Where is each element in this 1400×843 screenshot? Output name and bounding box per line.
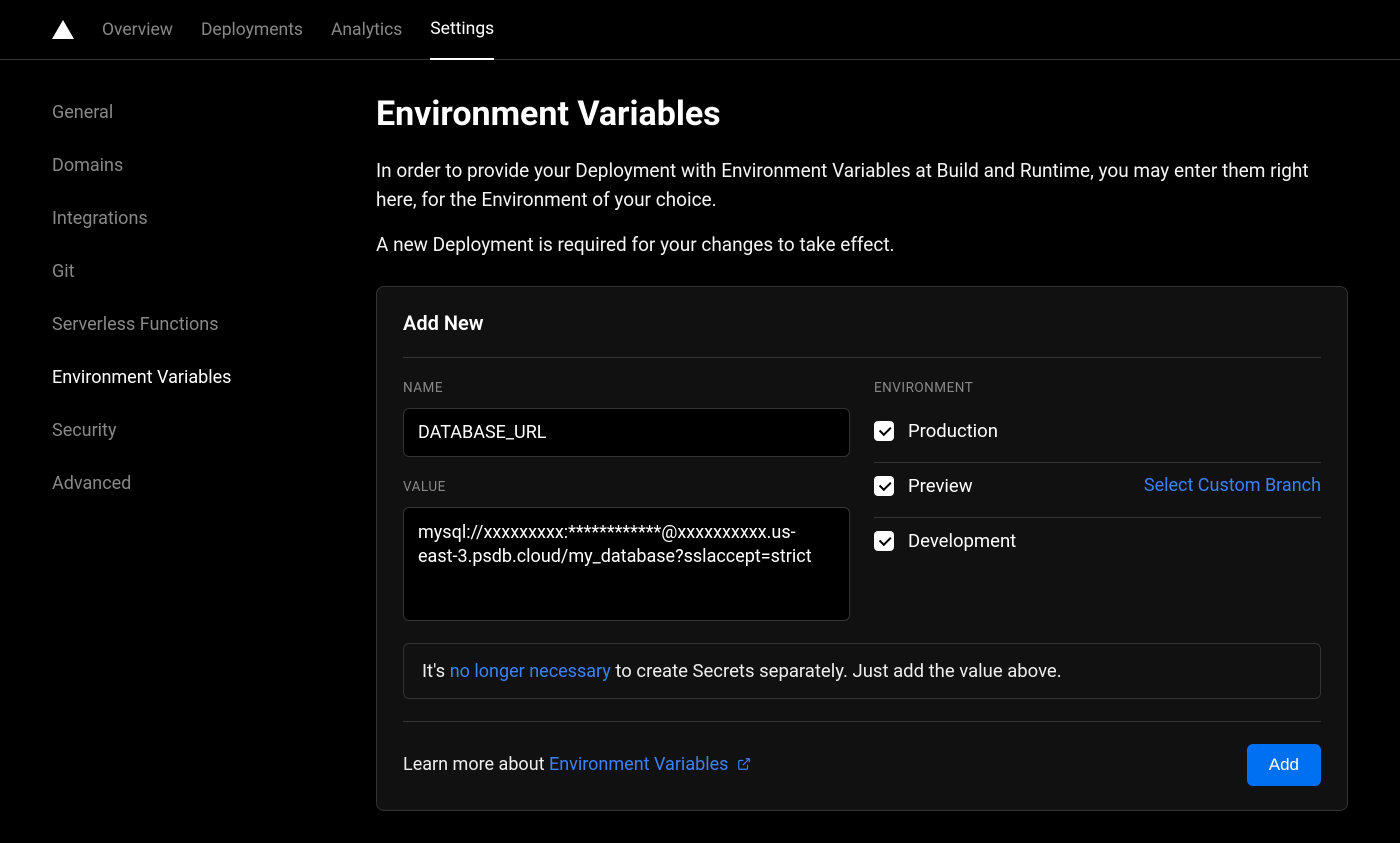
env-row-preview: Preview Select Custom Branch (874, 463, 1321, 518)
value-textarea[interactable]: mysql://xxxxxxxxx:************@xxxxxxxxx… (403, 507, 850, 621)
add-button[interactable]: Add (1247, 744, 1321, 786)
checkbox-preview[interactable] (874, 476, 894, 496)
page-description-2: A new Deployment is required for your ch… (376, 233, 1348, 256)
learn-more-link[interactable]: Environment Variables (549, 754, 751, 775)
add-new-card: Add New NAME VALUE mysql://xxxxxxxxx:***… (376, 286, 1348, 811)
sidebar-item-serverless-functions[interactable]: Serverless Functions (52, 314, 320, 335)
sidebar-item-security[interactable]: Security (52, 420, 320, 441)
env-row-production: Production (874, 408, 1321, 463)
tab-deployments[interactable]: Deployments (201, 0, 303, 60)
tab-settings[interactable]: Settings (430, 0, 494, 60)
name-label: NAME (403, 380, 850, 396)
card-title: Add New (403, 311, 1321, 357)
env-label-preview: Preview (908, 475, 973, 497)
notice-post: to create Secrets separately. Just add t… (611, 660, 1062, 682)
checkbox-development[interactable] (874, 531, 894, 551)
form-left-column: NAME VALUE mysql://xxxxxxxxx:***********… (403, 380, 850, 625)
name-input[interactable] (403, 408, 850, 457)
value-label: VALUE (403, 479, 850, 495)
environment-label: ENVIRONMENT (874, 380, 1321, 396)
env-label-development: Development (908, 530, 1016, 552)
sidebar-item-environment-variables[interactable]: Environment Variables (52, 367, 320, 388)
sidebar-item-domains[interactable]: Domains (52, 155, 320, 176)
card-footer: Learn more about Environment Variables A… (403, 721, 1321, 786)
divider (403, 357, 1321, 358)
settings-sidebar: General Domains Integrations Git Serverl… (0, 60, 320, 811)
notice-pre: It's (422, 660, 450, 682)
top-navbar: Overview Deployments Analytics Settings (0, 0, 1400, 60)
page-description-1: In order to provide your Deployment with… (376, 156, 1348, 215)
sidebar-item-integrations[interactable]: Integrations (52, 208, 320, 229)
page-title: Environment Variables (376, 94, 1348, 134)
sidebar-item-git[interactable]: Git (52, 261, 320, 282)
learn-pre: Learn more about (403, 754, 549, 775)
no-longer-necessary-link[interactable]: no longer necessary (450, 661, 611, 682)
form-row: NAME VALUE mysql://xxxxxxxxx:***********… (403, 380, 1321, 625)
tab-overview[interactable]: Overview (102, 0, 173, 60)
external-link-icon (737, 757, 751, 771)
select-custom-branch-link[interactable]: Select Custom Branch (1144, 475, 1321, 496)
content-wrapper: General Domains Integrations Git Serverl… (0, 60, 1400, 811)
main-panel: Environment Variables In order to provid… (320, 60, 1400, 811)
env-row-development: Development (874, 518, 1321, 572)
sidebar-item-general[interactable]: General (52, 102, 320, 123)
secrets-notice: It's no longer necessary to create Secre… (403, 643, 1321, 699)
logo-triangle-icon[interactable] (52, 20, 74, 39)
tab-analytics[interactable]: Analytics (331, 0, 402, 60)
learn-more-text: Learn more about Environment Variables (403, 754, 751, 775)
sidebar-item-advanced[interactable]: Advanced (52, 473, 320, 494)
checkbox-production[interactable] (874, 421, 894, 441)
env-label-production: Production (908, 420, 998, 442)
form-right-column: ENVIRONMENT Production Preview Select Cu… (874, 380, 1321, 625)
